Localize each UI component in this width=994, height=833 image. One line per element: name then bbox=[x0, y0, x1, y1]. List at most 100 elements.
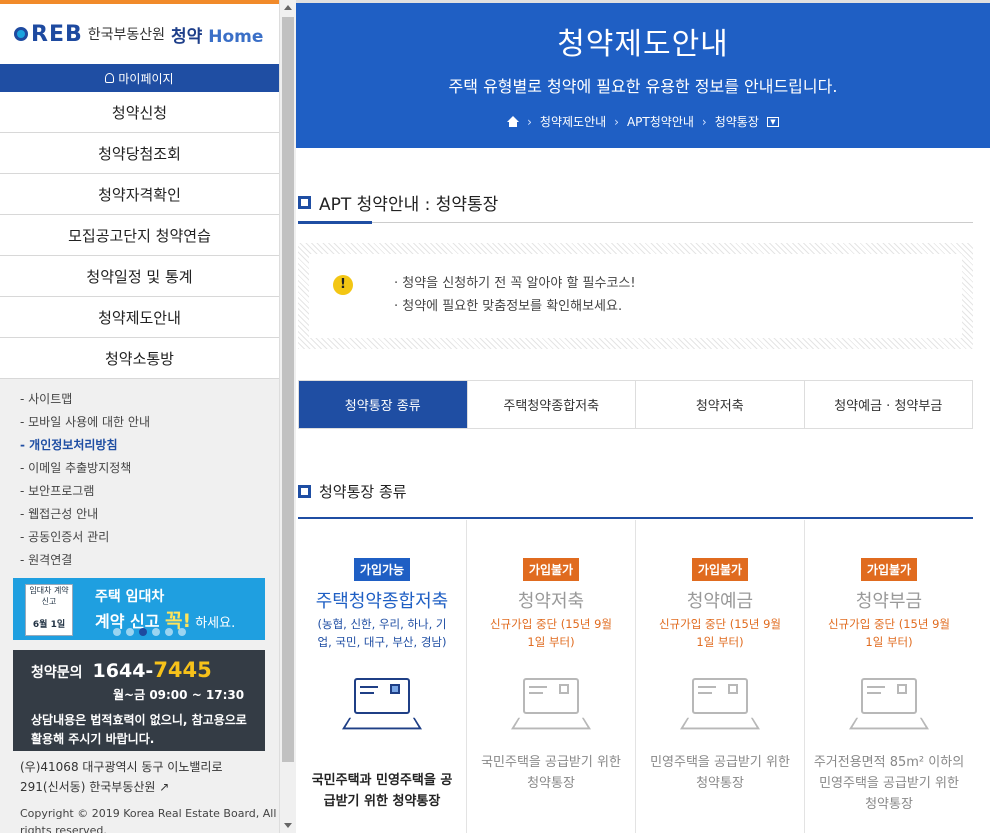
tab-savings[interactable]: 청약저축 bbox=[635, 381, 804, 428]
breadcrumb-item-guide[interactable]: 청약제도안내 bbox=[540, 113, 606, 130]
mypage-label: 마이페이지 bbox=[118, 71, 174, 86]
breadcrumb: › 청약제도안내 › APT청약안내 › 청약통장 ▼ bbox=[296, 113, 990, 130]
contact-hours: 월~금 09:00 ~ 17:30 bbox=[113, 688, 245, 702]
card-installment: 가입불가 청약부금 신규가입 중단 (15년 9월 1일 부터) 주거전용면적 … bbox=[804, 520, 973, 833]
person-icon bbox=[105, 73, 115, 83]
site-logo[interactable]: REB 한국부동산원 청약 Home bbox=[0, 4, 279, 64]
notice-line-1: · 청약을 신청하기 전 꼭 알아야 할 필수코스! bbox=[394, 276, 636, 291]
logo-org: 한국부동산원 bbox=[87, 27, 166, 43]
main-menu: 청약신청 청약당첨조회 청약자격확인 모집공고단지 청약연습 청약일정 및 통계… bbox=[0, 92, 279, 379]
account-cards: 가입가능 주택청약종합저축 (농협, 신한, 우리, 하나, 기업, 국민, 대… bbox=[298, 520, 973, 833]
banner-dot[interactable] bbox=[178, 628, 186, 636]
card-foot: 국민주택을 공급받기 위한 청약통장 bbox=[481, 755, 621, 791]
breadcrumb-sep-icon: › bbox=[527, 114, 532, 129]
address-line1: (우)41068 대구광역시 동구 이노밸리로 bbox=[20, 760, 223, 774]
breadcrumb-sep-icon: › bbox=[701, 114, 707, 129]
card-name: 청약예금 bbox=[686, 591, 754, 612]
footer-link-certificate[interactable]: - 공동인증서 관리 bbox=[20, 526, 279, 549]
divider bbox=[298, 517, 973, 519]
contact-note: 상담내용은 법적효력이 없으니, 참고용으로 활용해 주시기 바랍니다. bbox=[31, 711, 265, 749]
breadcrumb-sep-icon: › bbox=[614, 114, 619, 129]
card-foot: 민영주택을 공급받기 위한 청약통장 bbox=[650, 755, 790, 791]
card-foot: 주거전용면적 85m² 이하의 민영주택을 공급받기 위한 청약통장 bbox=[813, 755, 965, 812]
menu-item-eligibility[interactable]: 청약자격확인 bbox=[0, 174, 279, 215]
scroll-up-icon[interactable] bbox=[284, 5, 292, 10]
card-name: 청약저축 bbox=[517, 591, 585, 612]
section-apt-title-row: APT 청약안내 : 청약통장 bbox=[298, 190, 973, 215]
menu-item-apply[interactable]: 청약신청 bbox=[0, 92, 279, 133]
banner-line2-c: 하세요. bbox=[195, 616, 236, 631]
tab-account-types[interactable]: 청약통장 종류 bbox=[299, 381, 467, 428]
logo-mark-icon bbox=[14, 27, 28, 41]
tab-comprehensive-savings[interactable]: 주택청약종합저축 bbox=[466, 381, 635, 428]
footer-link-email-policy[interactable]: - 이메일 추출방지정책 bbox=[20, 457, 279, 480]
logo-service-text: 청약 bbox=[171, 26, 203, 47]
footer-links: - 사이트맵 - 모바일 사용에 대한 안내 - 개인정보처리방침 - 이메일 … bbox=[0, 379, 279, 572]
logo-home-text: Home bbox=[208, 26, 264, 47]
breadcrumb-item-account[interactable]: 청약통장 bbox=[715, 113, 759, 130]
contact-label: 청약문의 bbox=[31, 665, 83, 681]
sidebar: REB 한국부동산원 청약 Home 마이페이지 청약신청 청약당첨조회 청약자… bbox=[0, 0, 279, 833]
section-types-heading: 청약통장 종류 bbox=[298, 481, 973, 519]
card-desc: 신규가입 중단 (15년 9월 1일 부터) bbox=[489, 617, 613, 649]
contact-note-1: 상담내용은 법적효력이 없으니, 참고용으로 bbox=[31, 713, 247, 727]
section-apt-title: APT 청약안내 : 청약통장 bbox=[319, 195, 499, 215]
banner-doc-date: 6월 1일 bbox=[32, 620, 66, 630]
footer-link-security[interactable]: - 보안프로그램 bbox=[20, 480, 279, 503]
scroll-thumb[interactable] bbox=[282, 17, 294, 762]
card-desc: (농협, 신한, 우리, 하나, 기업, 국민, 대구, 부산, 경남) bbox=[317, 617, 447, 649]
notice-inner: ! · 청약을 신청하기 전 꼭 알아야 할 필수코스! · 청약에 필요한 맞… bbox=[309, 254, 962, 338]
external-link-icon[interactable]: ↗ bbox=[159, 780, 169, 794]
notice-box: ! · 청약을 신청하기 전 꼭 알아야 할 필수코스! · 청약에 필요한 맞… bbox=[298, 243, 973, 349]
banner-dot[interactable] bbox=[113, 628, 121, 636]
home-icon[interactable] bbox=[507, 115, 520, 127]
sidebar-scrollbar[interactable] bbox=[279, 0, 296, 833]
banner-dot[interactable] bbox=[165, 628, 173, 636]
footer-link-sitemap[interactable]: - 사이트맵 bbox=[20, 388, 279, 411]
banner-pager bbox=[113, 628, 186, 636]
status-badge: 가입불가 bbox=[691, 558, 749, 581]
laptop-icon bbox=[510, 678, 592, 734]
banner-dot[interactable] bbox=[126, 628, 134, 636]
status-badge: 가입불가 bbox=[522, 558, 580, 581]
section-apt-heading: APT 청약안내 : 청약통장 bbox=[298, 190, 973, 224]
contact-line: 청약문의 1644-7445 bbox=[31, 658, 265, 682]
address-line2: 291(신서동) 한국부동산원 bbox=[20, 780, 156, 794]
divider-accent bbox=[298, 221, 372, 224]
card-desc: 신규가입 중단 (15년 9월 1일 부터) bbox=[658, 617, 782, 649]
menu-item-result[interactable]: 청약당첨조회 bbox=[0, 133, 279, 174]
menu-item-practice[interactable]: 모집공고단지 청약연습 bbox=[0, 215, 279, 256]
hero-banner: 청약제도안내 주택 유형별로 청약에 필요한 유용한 정보를 안내드립니다. ›… bbox=[296, 0, 990, 148]
card-comprehensive: 가입가능 주택청약종합저축 (농협, 신한, 우리, 하나, 기업, 국민, 대… bbox=[298, 520, 466, 833]
mypage-button[interactable]: 마이페이지 bbox=[0, 64, 279, 92]
laptop-icon bbox=[341, 678, 423, 734]
contact-box: 청약문의 1644-7445 월~금 09:00 ~ 17:30 상담내용은 법… bbox=[13, 650, 265, 751]
menu-item-schedule[interactable]: 청약일정 및 통계 bbox=[0, 256, 279, 297]
menu-item-guide[interactable]: 청약제도안내 bbox=[0, 297, 279, 338]
logo-service: 청약 Home bbox=[171, 22, 263, 47]
lease-report-banner[interactable]: 임대차 계약 신고 6월 1일 주택 임대차 계약 신고 꼭! 하세요. bbox=[13, 578, 265, 640]
card-desc: 신규가입 중단 (15년 9월 1일 부터) bbox=[827, 617, 951, 649]
card-name: 청약부금 bbox=[855, 591, 923, 612]
banner-line1: 주택 임대차 bbox=[95, 589, 165, 605]
breadcrumb-item-apt[interactable]: APT청약안내 bbox=[627, 113, 694, 130]
banner-dot[interactable] bbox=[152, 628, 160, 636]
scroll-down-icon[interactable] bbox=[284, 823, 292, 828]
laptop-icon bbox=[848, 678, 930, 734]
card-foot: 국민주택과 민영주택을 공급받기 위한 청약통장 bbox=[311, 773, 453, 809]
menu-item-community[interactable]: 청약소통방 bbox=[0, 338, 279, 379]
chevron-down-icon[interactable]: ▼ bbox=[766, 116, 779, 127]
footer-link-remote[interactable]: - 원격연결 bbox=[20, 549, 279, 572]
divider bbox=[298, 222, 973, 223]
tab-bar: 청약통장 종류 주택청약종합저축 청약저축 청약예금 · 청약부금 bbox=[298, 380, 973, 429]
banner-doc-title: 임대차 계약 신고 bbox=[29, 586, 69, 606]
address: (우)41068 대구광역시 동구 이노밸리로 291(신서동) 한국부동산원 … bbox=[0, 751, 279, 797]
section-types-title: 청약통장 종류 bbox=[319, 483, 407, 501]
tab-deposit-installment[interactable]: 청약예금 · 청약부금 bbox=[803, 381, 972, 428]
square-bullet-icon bbox=[298, 485, 311, 498]
footer-link-privacy[interactable]: - 개인정보처리방침 bbox=[20, 434, 279, 457]
footer-link-accessibility[interactable]: - 웹접근성 안내 bbox=[20, 503, 279, 526]
footer-link-mobile[interactable]: - 모바일 사용에 대한 안내 bbox=[20, 411, 279, 434]
contact-phone-a: 1644- bbox=[92, 660, 154, 682]
banner-dot-active[interactable] bbox=[139, 628, 147, 636]
